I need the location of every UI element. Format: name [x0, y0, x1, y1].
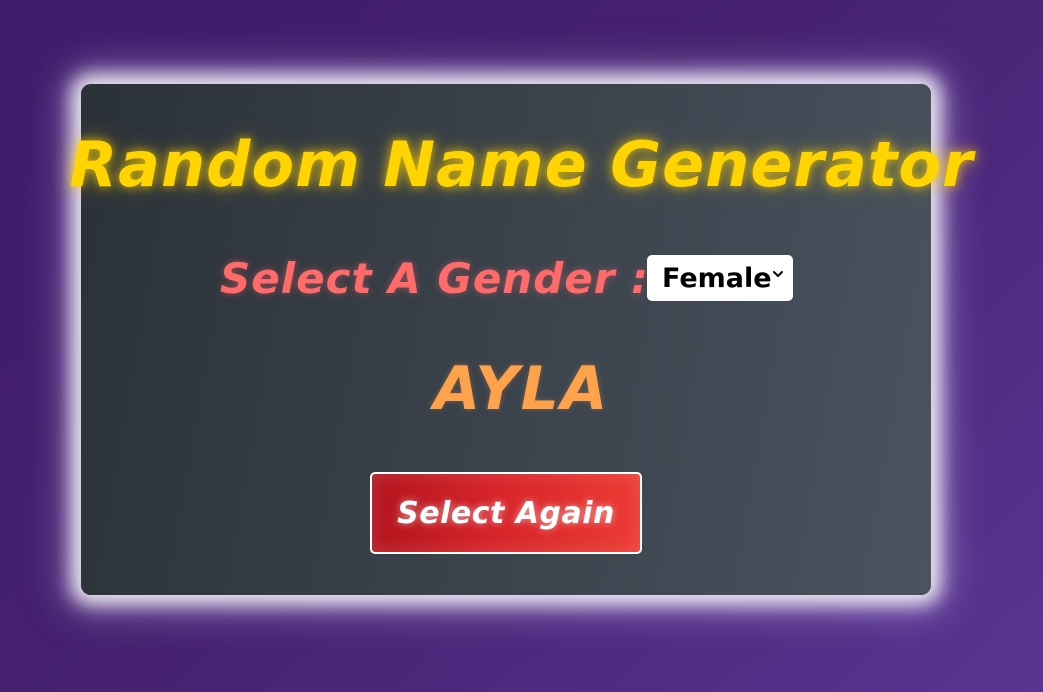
page-title: Random Name Generator [69, 128, 974, 201]
gender-select-value: Female [662, 262, 772, 294]
chevron-down-icon [773, 271, 783, 277]
generated-name: AYLA [433, 354, 610, 424]
gender-select[interactable]: Female [647, 255, 793, 301]
select-again-button[interactable]: Select Again [370, 472, 642, 554]
select-again-label: Select Again [397, 495, 615, 531]
gender-row: Select A Gender : [220, 253, 649, 303]
gender-label: Select A Gender : [220, 253, 649, 303]
